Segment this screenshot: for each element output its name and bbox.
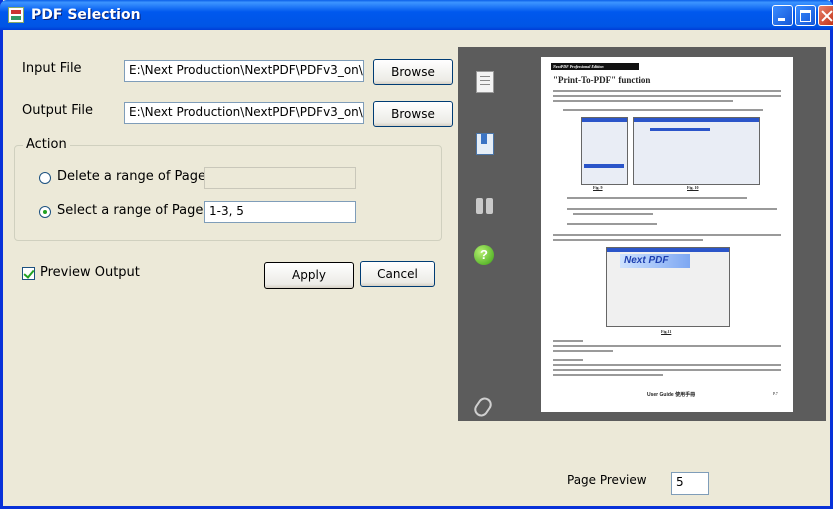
pdf-page-preview[interactable]: NextPDF Professional Edition "Print-To-P…	[541, 57, 793, 412]
pdf-logo: Next PDF	[620, 254, 690, 268]
page-preview-label: Page Preview	[567, 473, 647, 487]
title-bar[interactable]: PDF Selection	[0, 0, 833, 30]
app-icon[interactable]	[8, 7, 24, 23]
select-range-label: Select a range of Page	[57, 203, 204, 218]
input-browse-button[interactable]: Browse	[373, 59, 453, 85]
pdf-page-number: P.7	[773, 391, 778, 396]
pdf-page-heading: "Print-To-PDF" function	[553, 75, 651, 85]
pdf-figure-10	[633, 117, 760, 185]
output-file-field[interactable]: E:\Next Production\NextPDF\PDFv3_on\M	[124, 102, 364, 124]
preview-panel: ? NextPDF Professional Edition "Print-To…	[458, 47, 826, 421]
select-range-radio[interactable]	[39, 206, 51, 218]
help-icon[interactable]: ?	[474, 245, 494, 265]
close-button[interactable]	[818, 5, 833, 26]
pages-icon[interactable]	[476, 71, 494, 93]
page-preview-field[interactable]: 5	[671, 472, 709, 495]
search-icon[interactable]	[476, 195, 494, 217]
pdf-figure-9-caption: Fig. 9	[593, 185, 603, 190]
preview-output-label: Preview Output	[40, 265, 140, 280]
pdf-figure-9	[581, 117, 628, 185]
minimize-button[interactable]	[772, 5, 793, 26]
attachment-icon[interactable]	[471, 394, 495, 420]
output-file-label: Output File	[22, 103, 94, 118]
pdf-page-header: NextPDF Professional Edition	[551, 63, 639, 70]
pdf-figure-11-caption: Fig.11	[661, 329, 672, 334]
pdf-page-footer: User Guide 使用手冊	[647, 392, 696, 398]
input-file-field[interactable]: E:\Next Production\NextPDF\PDFv3_on\M	[124, 60, 364, 82]
window-title: PDF Selection	[31, 7, 141, 23]
input-file-label: Input File	[22, 61, 82, 76]
output-browse-button[interactable]: Browse	[373, 101, 453, 127]
pdf-figure-11: Next PDF	[606, 247, 730, 327]
bookmarks-icon[interactable]	[476, 133, 494, 155]
cancel-button[interactable]: Cancel	[360, 261, 435, 287]
action-group	[14, 145, 442, 241]
apply-button[interactable]: Apply	[264, 262, 354, 289]
preview-output-checkbox[interactable]	[22, 267, 35, 280]
pdf-figure-10-caption: Fig. 10	[687, 185, 699, 190]
select-range-field[interactable]: 1-3, 5	[204, 201, 356, 223]
maximize-button[interactable]	[795, 5, 816, 26]
delete-range-field[interactable]	[204, 167, 356, 189]
delete-range-label: Delete a range of Page	[57, 169, 207, 184]
action-group-title: Action	[23, 137, 70, 152]
delete-range-radio[interactable]	[39, 172, 51, 184]
